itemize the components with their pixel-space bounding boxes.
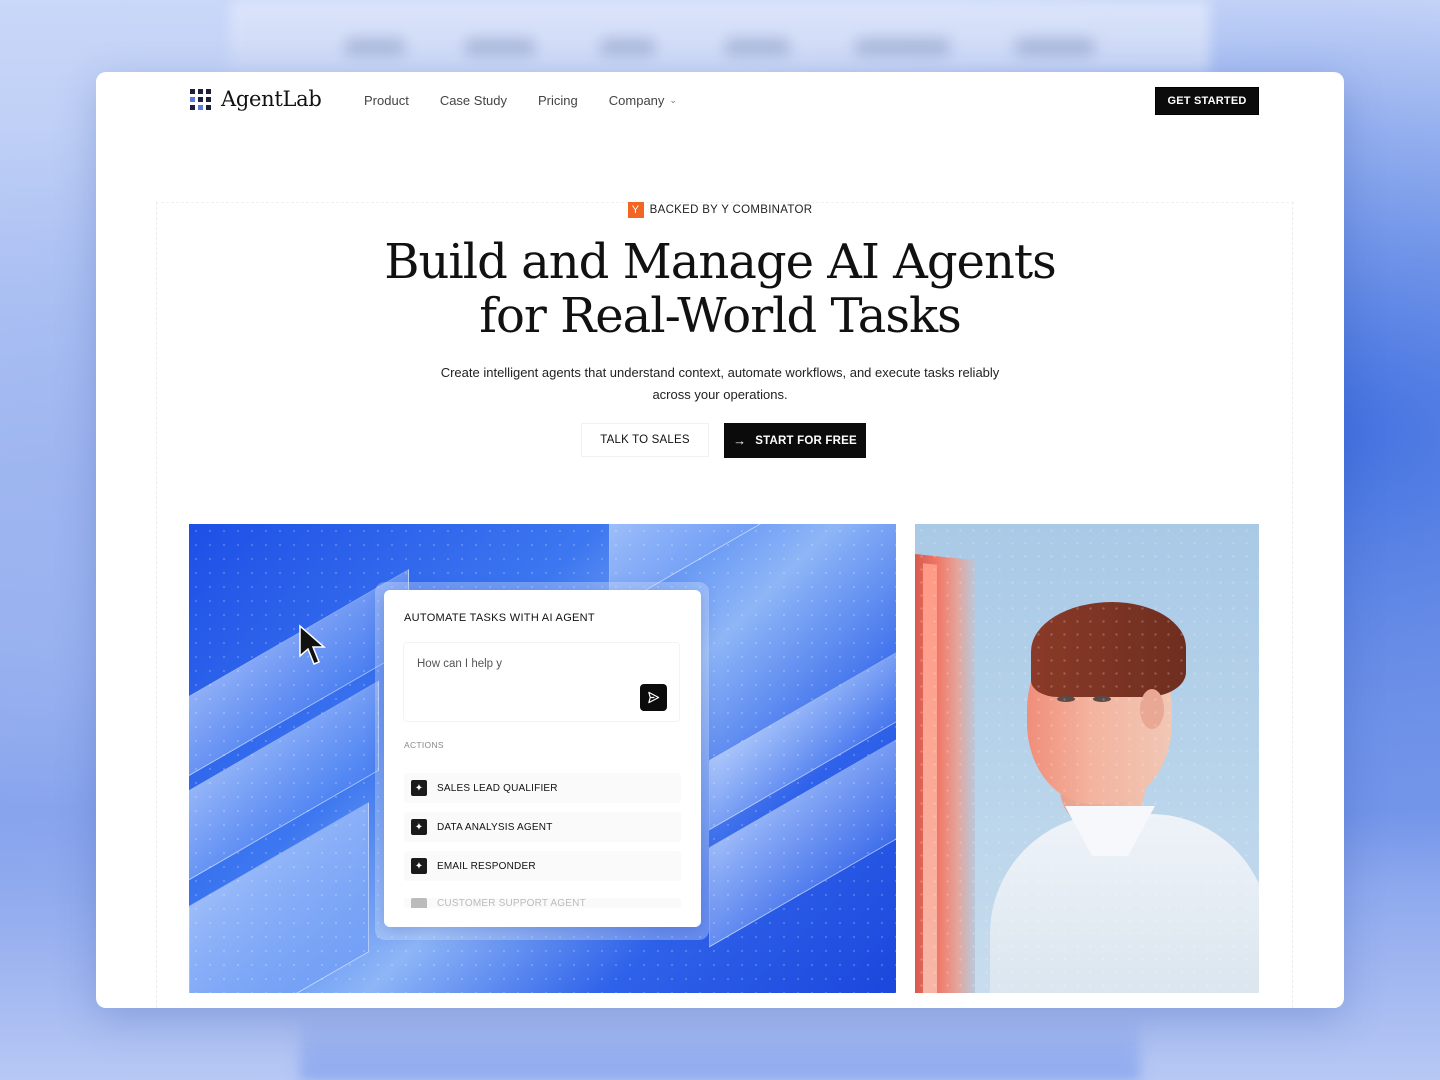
agent-panel: AUTOMATE TASKS WITH AI AGENT How can I h…	[384, 590, 701, 927]
cursor-icon	[299, 624, 326, 665]
hero-title: Build and Manage AI Agents for Real-Worl…	[96, 235, 1344, 343]
agent-demo-visual: AUTOMATE TASKS WITH AI AGENT How can I h…	[189, 524, 896, 993]
get-started-button[interactable]: GET STARTED	[1155, 87, 1259, 115]
send-button[interactable]	[640, 684, 667, 711]
agent-panel-title: AUTOMATE TASKS WITH AI AGENT	[404, 612, 595, 624]
yc-logo-icon: Y	[627, 202, 644, 218]
hero-title-line2: for Real-World Tasks	[479, 288, 961, 344]
chevron-down-icon: ⌄	[669, 95, 677, 105]
sparkle-icon: ✦	[411, 780, 427, 796]
nav-links: Product Case Study Pricing Company ⌄	[364, 93, 677, 108]
hero-subtitle-line2: across your operations.	[652, 387, 788, 402]
hero-title-line1: Build and Manage AI Agents	[384, 234, 1057, 290]
brand-name: AgentLab	[221, 87, 322, 111]
grid-dots-icon	[190, 88, 211, 110]
yc-badge: Y BACKED BY Y COMBINATOR	[96, 202, 1344, 218]
browser-page: AgentLab Product Case Study Pricing Comp…	[96, 72, 1344, 1008]
agent-prompt-input[interactable]: How can I help y	[403, 642, 680, 722]
brand-logo[interactable]: AgentLab	[190, 87, 322, 111]
action-customer-support-agent[interactable]: CUSTOMER SUPPORT AGENT	[404, 898, 681, 908]
action-label: EMAIL RESPONDER	[437, 860, 536, 872]
nav-product[interactable]: Product	[364, 93, 409, 108]
action-label: SALES LEAD QUALIFIER	[437, 782, 558, 794]
sparkle-icon	[411, 898, 427, 908]
actions-label: ACTIONS	[404, 740, 444, 750]
nav-case-study[interactable]: Case Study	[440, 93, 507, 108]
send-icon	[648, 691, 660, 704]
sparkle-icon: ✦	[411, 819, 427, 835]
hero-subtitle-line1: Create intelligent agents that understan…	[440, 365, 1000, 380]
action-email-responder[interactable]: ✦ EMAIL RESPONDER	[404, 851, 681, 881]
nav-pricing[interactable]: Pricing	[538, 93, 578, 108]
talk-to-sales-button[interactable]: TALK TO SALES	[581, 423, 709, 457]
hero-subtitle: Create intelligent agents that understan…	[436, 362, 1004, 406]
action-data-analysis-agent[interactable]: ✦ DATA ANALYSIS AGENT	[404, 812, 681, 842]
action-label: CUSTOMER SUPPORT AGENT	[437, 898, 586, 908]
background-blurred-section	[300, 1010, 1140, 1080]
arrow-right-icon: →	[733, 433, 747, 448]
code-rain-overlay	[915, 524, 1259, 993]
action-sales-lead-qualifier[interactable]: ✦ SALES LEAD QUALIFIER	[404, 773, 681, 803]
background-blurred-nav	[230, 0, 1210, 72]
prompt-input-text: How can I help y	[417, 658, 503, 670]
start-for-free-label: START FOR FREE	[755, 434, 857, 447]
action-label: DATA ANALYSIS AGENT	[437, 821, 553, 833]
yc-badge-text: BACKED BY Y COMBINATOR	[649, 204, 813, 216]
top-navbar: AgentLab Product Case Study Pricing Comp…	[96, 72, 1344, 130]
sparkle-icon: ✦	[411, 858, 427, 874]
nav-company-label: Company	[608, 93, 665, 108]
start-for-free-button[interactable]: → START FOR FREE	[724, 423, 866, 458]
person-photo	[915, 524, 1259, 993]
nav-company[interactable]: Company ⌄	[609, 93, 677, 108]
